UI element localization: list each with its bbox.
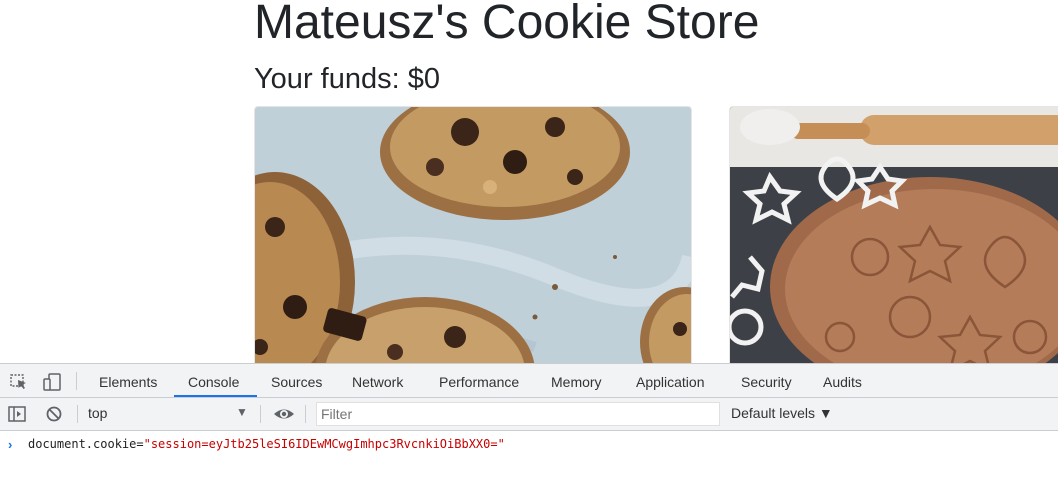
- dropdown-arrow-icon[interactable]: ▼: [236, 405, 248, 419]
- toolbar-separator: [260, 405, 261, 423]
- devtools-tab-bar: Elements Console Sources Network Perform…: [0, 364, 1058, 398]
- log-levels-dropdown[interactable]: Default levels ▼: [731, 405, 833, 421]
- tab-audits[interactable]: Audits: [823, 364, 862, 397]
- cookie-card-gingerbread[interactable]: [729, 106, 1058, 363]
- command-string-literal: "session=eyJtb25leSI6IDEwMCwgImhpc3Rvcnk…: [143, 437, 505, 451]
- device-toolbar-icon[interactable]: [42, 372, 62, 392]
- tab-network[interactable]: Network: [352, 364, 403, 397]
- tab-sources[interactable]: Sources: [271, 364, 322, 397]
- command-text: document.cookie=: [28, 437, 144, 451]
- chocolate-chip-cookies-image: [255, 107, 691, 363]
- toolbar-separator: [77, 405, 78, 423]
- console-toolbar: top ▼ Default levels ▼: [0, 398, 1058, 431]
- devtools-panel: Elements Console Sources Network Perform…: [0, 363, 1058, 483]
- console-command-line: document.cookie="session=eyJtb25leSI6IDE…: [28, 437, 505, 451]
- console-sidebar-icon[interactable]: [7, 404, 27, 424]
- live-expression-icon[interactable]: [273, 404, 294, 424]
- toolbar-separator: [305, 405, 306, 423]
- page-title: Mateusz's Cookie Store: [254, 0, 760, 49]
- console-output[interactable]: › document.cookie="session=eyJtb25leSI6I…: [0, 431, 1058, 483]
- console-prompt-icon: ›: [8, 437, 13, 452]
- tab-application[interactable]: Application: [636, 364, 705, 397]
- context-selector[interactable]: top: [88, 405, 107, 421]
- console-filter-input[interactable]: [316, 402, 720, 426]
- tab-separator: [76, 372, 77, 390]
- web-page: Mateusz's Cookie Store Your funds: $0: [0, 0, 1058, 363]
- tab-console[interactable]: Console: [188, 364, 239, 397]
- inspect-element-icon[interactable]: [9, 372, 29, 392]
- tab-performance[interactable]: Performance: [439, 364, 519, 397]
- cookie-card-chocolate-chip[interactable]: [254, 106, 692, 363]
- clear-console-icon[interactable]: [44, 404, 64, 424]
- active-tab-indicator: [174, 395, 257, 397]
- tab-memory[interactable]: Memory: [551, 364, 602, 397]
- tab-elements[interactable]: Elements: [99, 364, 157, 397]
- tab-security[interactable]: Security: [741, 364, 792, 397]
- funds-label: Your funds: $0: [254, 63, 440, 95]
- gingerbread-dough-image: [730, 107, 1058, 363]
